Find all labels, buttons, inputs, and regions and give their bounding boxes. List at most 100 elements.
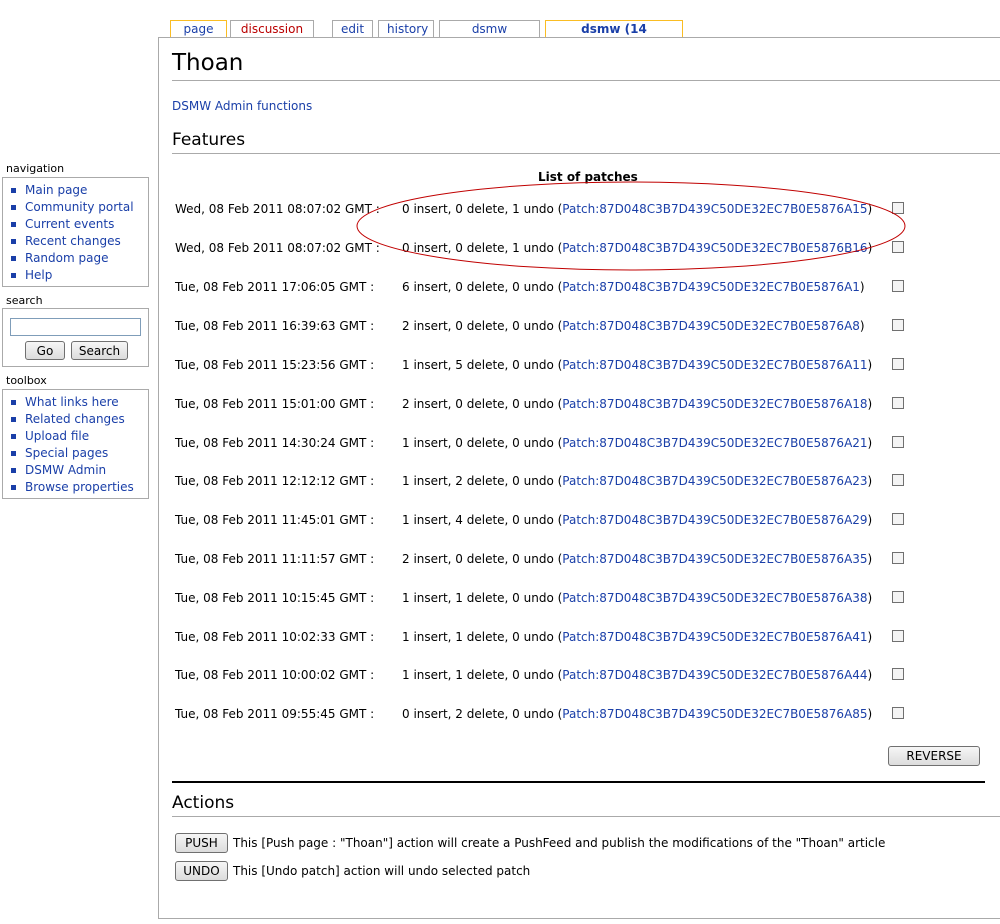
patch-counts: 1 insert, 1 delete, 0 undo ( [402, 630, 563, 644]
navigation-item[interactable]: Community portal [9, 199, 148, 216]
patch-summary: 2 insert, 0 delete, 0 undo (Patch:87D048… [402, 317, 865, 335]
page-title: Thoan [172, 50, 244, 76]
patch-list-caption: List of patches [538, 170, 638, 184]
reverse-button[interactable]: REVERSE [888, 746, 980, 766]
patch-close-paren: ) [867, 707, 873, 721]
patch-counts: 1 insert, 4 delete, 0 undo ( [402, 513, 563, 527]
patch-date: Tue, 08 Feb 2011 15:23:56 GMT : [175, 358, 375, 372]
patch-summary: 2 insert, 0 delete, 0 undo (Patch:87D048… [402, 550, 872, 568]
search-button[interactable]: Search [71, 341, 128, 360]
tab-edit[interactable]: edit [332, 20, 373, 37]
patch-link[interactable]: Patch:87D048C3B7D439C50DE32EC7B0E5876B16 [562, 241, 867, 255]
toolbox-portlet: What links here Related changes Upload fil… [2, 389, 149, 499]
patch-close-paren: ) [859, 319, 865, 333]
navigation-title: navigation [6, 162, 65, 175]
patch-checkbox[interactable] [892, 630, 904, 642]
search-input[interactable] [10, 318, 141, 336]
patch-checkbox[interactable] [892, 552, 904, 564]
tab-dsmw-patches[interactable]: dsmw (14 patches) [545, 20, 683, 53]
toolbox-item[interactable]: Special pages [9, 445, 148, 462]
navigation-item[interactable]: Help [9, 267, 148, 284]
dsmw-admin-link[interactable]: DSMW Admin functions [172, 99, 312, 113]
patch-summary: 6 insert, 0 delete, 0 undo (Patch:87D048… [402, 278, 865, 296]
tab-history[interactable]: history [378, 20, 434, 37]
patch-checkbox[interactable] [892, 591, 904, 603]
toolbox-item[interactable]: Browse properties [9, 479, 148, 496]
patch-checkbox[interactable] [892, 474, 904, 486]
undo-action-text: This [Undo patch] action will undo selec… [233, 864, 531, 878]
push-button[interactable]: PUSH [175, 833, 228, 853]
patch-checkbox[interactable] [892, 241, 904, 253]
navigation-portlet: Main page Community portal Current events R… [2, 177, 149, 287]
navigation-item[interactable]: Main page [9, 182, 148, 199]
patch-checkbox[interactable] [892, 513, 904, 525]
patch-summary: 1 insert, 5 delete, 0 undo (Patch:87D048… [402, 356, 872, 374]
patch-summary: 1 insert, 1 delete, 0 undo (Patch:87D048… [402, 589, 872, 607]
patch-checkbox[interactable] [892, 436, 904, 448]
tab-discussion[interactable]: discussion [230, 20, 314, 37]
patch-checkbox[interactable] [892, 280, 904, 292]
patch-checkbox[interactable] [892, 668, 904, 680]
patch-summary: 1 insert, 2 delete, 0 undo (Patch:87D048… [402, 472, 872, 490]
patch-counts: 6 insert, 0 delete, 0 undo ( [402, 280, 563, 294]
patch-link[interactable]: Patch:87D048C3B7D439C50DE32EC7B0E5876A85 [562, 707, 867, 721]
patch-date: Tue, 08 Feb 2011 09:55:45 GMT : [175, 707, 375, 721]
patch-counts: 1 insert, 5 delete, 0 undo ( [402, 358, 563, 372]
actions-heading-divider [172, 816, 1000, 817]
undo-button[interactable]: UNDO [175, 861, 228, 881]
patch-checkbox[interactable] [892, 358, 904, 370]
tab-page[interactable]: page [170, 20, 227, 37]
features-divider [172, 153, 1000, 154]
patch-close-paren: ) [867, 397, 873, 411]
patch-link[interactable]: Patch:87D048C3B7D439C50DE32EC7B0E5876A38 [562, 591, 867, 605]
content-area: Thoan DSMW Admin functions Features List… [158, 37, 1000, 919]
patch-link[interactable]: Patch:87D048C3B7D439C50DE32EC7B0E5876A18 [562, 397, 867, 411]
patch-close-paren: ) [867, 241, 873, 255]
patch-close-paren: ) [867, 668, 873, 682]
patch-summary: 0 insert, 0 delete, 1 undo (Patch:87D048… [402, 200, 872, 218]
patch-close-paren: ) [867, 474, 873, 488]
patch-link[interactable]: Patch:87D048C3B7D439C50DE32EC7B0E5876A1 [562, 280, 860, 294]
patch-link[interactable]: Patch:87D048C3B7D439C50DE32EC7B0E5876A29 [562, 513, 867, 527]
patch-close-paren: ) [867, 630, 873, 644]
patch-checkbox[interactable] [892, 397, 904, 409]
navigation-item[interactable]: Recent changes [9, 233, 148, 250]
push-action-text: This [Push page : "Thoan"] action will c… [233, 836, 886, 850]
patch-date: Tue, 08 Feb 2011 10:00:02 GMT : [175, 668, 375, 682]
patch-counts: 1 insert, 1 delete, 0 undo ( [402, 591, 563, 605]
patch-checkbox[interactable] [892, 707, 904, 719]
patch-date: Wed, 08 Feb 2011 08:07:02 GMT : [175, 241, 380, 255]
patch-checkbox[interactable] [892, 202, 904, 214]
patch-link[interactable]: Patch:87D048C3B7D439C50DE32EC7B0E5876A11 [562, 358, 867, 372]
patch-summary: 2 insert, 0 delete, 0 undo (Patch:87D048… [402, 395, 872, 413]
patch-date: Tue, 08 Feb 2011 11:45:01 GMT : [175, 513, 375, 527]
toolbox-item[interactable]: What links here [9, 394, 148, 411]
search-portlet: Go Search [2, 308, 149, 367]
go-button[interactable]: Go [25, 341, 65, 360]
patch-date: Tue, 08 Feb 2011 10:15:45 GMT : [175, 591, 375, 605]
patch-close-paren: ) [867, 591, 873, 605]
patch-counts: 1 insert, 0 delete, 0 undo ( [402, 436, 563, 450]
patch-link[interactable]: Patch:87D048C3B7D439C50DE32EC7B0E5876A23 [562, 474, 867, 488]
patch-counts: 0 insert, 2 delete, 0 undo ( [402, 707, 563, 721]
navigation-item[interactable]: Current events [9, 216, 148, 233]
patch-link[interactable]: Patch:87D048C3B7D439C50DE32EC7B0E5876A41 [562, 630, 867, 644]
search-title: search [6, 294, 43, 307]
actions-heading: Actions [172, 793, 235, 813]
patch-link[interactable]: Patch:87D048C3B7D439C50DE32EC7B0E5876A15 [562, 202, 867, 216]
patch-counts: 1 insert, 2 delete, 0 undo ( [402, 474, 563, 488]
title-divider [172, 80, 1000, 81]
patch-link[interactable]: Patch:87D048C3B7D439C50DE32EC7B0E5876A44 [562, 668, 867, 682]
patch-counts: 2 insert, 0 delete, 0 undo ( [402, 397, 563, 411]
toolbox-item[interactable]: Upload file [9, 428, 148, 445]
patch-close-paren: ) [867, 358, 873, 372]
tab-dsmw-exhibits[interactable]: dsmw exhibits [439, 20, 540, 53]
toolbox-item[interactable]: Related changes [9, 411, 148, 428]
patch-link[interactable]: Patch:87D048C3B7D439C50DE32EC7B0E5876A21 [562, 436, 867, 450]
toolbox-item[interactable]: DSMW Admin [9, 462, 148, 479]
patch-date: Tue, 08 Feb 2011 14:30:24 GMT : [175, 436, 375, 450]
patch-link[interactable]: Patch:87D048C3B7D439C50DE32EC7B0E5876A35 [562, 552, 867, 566]
patch-checkbox[interactable] [892, 319, 904, 331]
patch-link[interactable]: Patch:87D048C3B7D439C50DE32EC7B0E5876A8 [562, 319, 860, 333]
navigation-item[interactable]: Random page [9, 250, 148, 267]
